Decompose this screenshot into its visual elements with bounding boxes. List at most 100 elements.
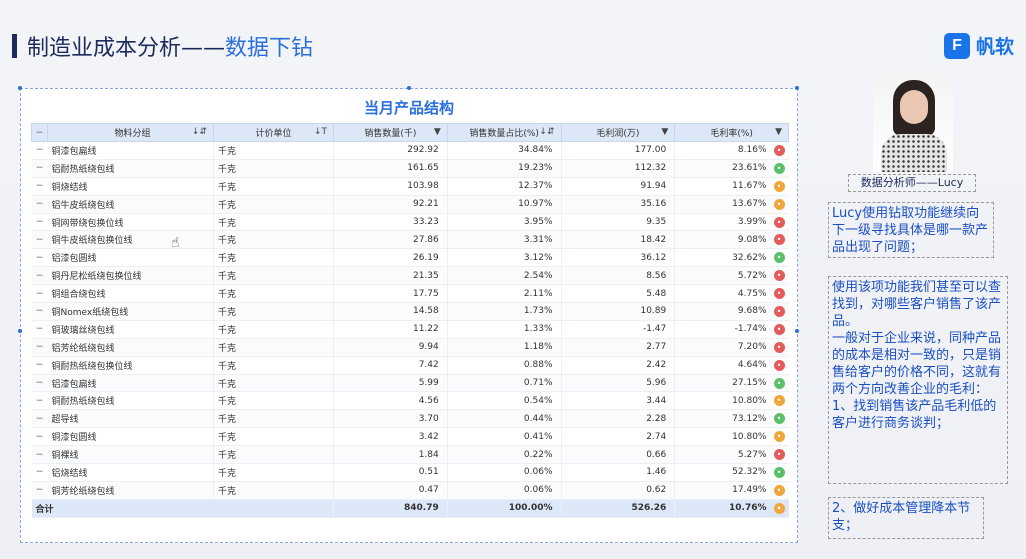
expand-row-button[interactable]: − — [31, 338, 48, 357]
material-group-cell[interactable]: 铜烧结线 — [47, 177, 214, 196]
sort-icon[interactable]: ↓T — [314, 127, 327, 137]
table-row[interactable]: − 铜丹尼松纸绕包换位线 千克 21.35 2.54% 8.56 5.72% • — [31, 266, 789, 286]
material-group-cell[interactable]: 铜漆包圆线 — [47, 427, 214, 447]
unit-cell: 千克 — [213, 427, 334, 447]
status-face-icon: • — [773, 413, 785, 425]
profit-cell: 18.42 — [560, 230, 675, 250]
status-face-icon: • — [773, 198, 785, 210]
table-row[interactable]: − 超导线 千克 3.70 0.44% 2.28 73.12% • — [31, 409, 789, 429]
table-row[interactable]: − 铝芳纶纸绕包线 千克 9.94 1.18% 2.77 7.20% • — [31, 338, 789, 357]
expand-row-button[interactable]: − — [31, 230, 48, 250]
material-group-cell[interactable]: 铝漆包扁线 — [47, 374, 214, 393]
table-row[interactable]: − 铜烧结线 千克 103.98 12.37% 91.94 11.67% • — [31, 177, 789, 196]
table-row[interactable]: − 铜玻璃丝绕包线 千克 11.22 1.33% -1.47 -1.74% • — [31, 320, 789, 339]
expand-row-button[interactable]: − — [31, 284, 48, 304]
total-rate: 10.76% • — [674, 499, 789, 518]
note-drill-down: Lucy使用钻取功能继续向下一级寻找具体是哪一款产品出现了问题； — [828, 202, 994, 258]
material-group-cell[interactable]: 超导线 — [47, 409, 214, 429]
material-group-cell[interactable]: 铜耐热纸绕包换位线 — [47, 356, 214, 375]
report-panel: 当月产品结构 − 物料分组 ↓⇵ 计价单位 ↓T 销售数量(千) ▼ 销售数量占比(%… — [20, 88, 798, 543]
material-group-cell[interactable]: 铝漆包圆线 — [47, 248, 214, 268]
table-row[interactable]: − 铝烧结线 千克 0.51 0.06% 1.46 52.32% • — [31, 463, 789, 482]
unit-cell: 千克 — [213, 230, 334, 250]
status-face-icon: • — [773, 270, 785, 282]
expand-row-button[interactable]: − — [31, 266, 48, 286]
profit-cell: 91.94 — [560, 177, 675, 196]
column-header-rate[interactable]: 毛利率(%) ▼ — [674, 123, 789, 142]
table-row[interactable]: − 铜牛皮纸绕包换位线 千克 27.86 3.31% 18.42 9.08% • — [31, 230, 789, 250]
expand-row-button[interactable]: − — [31, 177, 48, 196]
expand-row-button[interactable]: − — [31, 481, 48, 500]
pct-cell: 12.37% — [446, 177, 561, 196]
material-group-cell[interactable]: 铜牛皮纸绕包换位线 — [47, 230, 214, 250]
sort-icon[interactable]: ↓⇵ — [192, 127, 207, 137]
pct-cell: 0.88% — [446, 356, 561, 375]
column-header-qty[interactable]: 销售数量(千) ▼ — [333, 123, 448, 142]
material-group-cell[interactable]: 铜裸线 — [47, 445, 214, 465]
table-row[interactable]: − 铝漆包扁线 千克 5.99 0.71% 5.96 27.15% • — [31, 374, 789, 393]
rate-cell: 52.32% • — [674, 463, 789, 482]
sort-icon[interactable]: ↓⇵ — [539, 127, 554, 137]
rate-cell: 9.68% • — [674, 302, 789, 321]
table-row[interactable]: − 铜Nomex纸绕包线 千克 14.58 1.73% 10.89 9.68% • — [31, 302, 789, 321]
table-row[interactable]: − 铜耐热纸绕包换位线 千克 7.42 0.88% 2.42 4.64% • — [31, 356, 789, 375]
expand-row-button[interactable]: − — [31, 248, 48, 268]
expand-row-button[interactable]: − — [31, 409, 48, 429]
table-row[interactable]: − 铜裸线 千克 1.84 0.22% 0.66 5.27% • — [31, 445, 789, 465]
table-row[interactable]: − 铜漆包圆线 千克 3.42 0.41% 2.74 10.80% • — [31, 427, 789, 447]
material-group-cell[interactable]: 铜Nomex纸绕包线 — [47, 302, 214, 321]
filter-dropdown-icon[interactable]: ▼ — [775, 127, 782, 137]
column-header-group[interactable]: 物料分组 ↓⇵ — [47, 123, 214, 142]
table-row[interactable]: − 铜网带绕包换位线 千克 33.23 3.95% 9.35 3.99% • — [31, 213, 789, 232]
material-group-cell[interactable]: 铜芳纶纸绕包线 — [47, 481, 214, 500]
unit-cell: 千克 — [213, 463, 334, 482]
expand-row-button[interactable]: − — [31, 463, 48, 482]
status-face-icon: • — [773, 395, 785, 407]
material-group-cell[interactable]: 铝芳纶纸绕包线 — [47, 338, 214, 357]
filter-dropdown-icon[interactable]: ▼ — [434, 127, 441, 137]
collapse-all-button[interactable]: − — [31, 123, 48, 142]
table-row[interactable]: − 铜组合绕包线 千克 17.75 2.11% 5.48 4.75% • — [31, 284, 789, 304]
unit-cell: 千克 — [213, 159, 334, 178]
logo-icon: F — [943, 32, 970, 59]
expand-row-button[interactable]: − — [31, 374, 48, 393]
column-header-unit[interactable]: 计价单位 ↓T — [213, 123, 334, 142]
expand-row-button[interactable]: − — [31, 320, 48, 339]
material-group-cell[interactable]: 铜丹尼松纸绕包换位线 — [47, 266, 214, 286]
material-group-cell[interactable]: 铝耐热纸绕包线 — [47, 159, 214, 178]
expand-row-button[interactable]: − — [31, 356, 48, 375]
material-group-cell[interactable]: 铜漆包扁线 — [47, 141, 214, 160]
material-group-cell[interactable]: 铝牛皮纸绕包线 — [47, 195, 214, 214]
table-row[interactable]: − 铜漆包扁线 千克 292.92 34.84% 177.00 8.16% • — [31, 141, 789, 160]
pct-cell: 0.54% — [446, 391, 561, 411]
expand-row-button[interactable]: − — [31, 445, 48, 465]
qty-cell: 7.42 — [333, 356, 448, 375]
pct-cell: 10.97% — [446, 195, 561, 214]
expand-row-button[interactable]: − — [31, 159, 48, 178]
expand-row-button[interactable]: − — [31, 213, 48, 232]
pct-cell: 3.31% — [446, 230, 561, 250]
table-row[interactable]: − 铝漆包圆线 千克 26.19 3.12% 36.12 32.62% • — [31, 248, 789, 268]
material-group-cell[interactable]: 铜网带绕包换位线 — [47, 213, 214, 232]
qty-cell: 9.94 — [333, 338, 448, 357]
qty-cell: 4.56 — [333, 391, 448, 411]
status-face-icon: • — [773, 431, 785, 443]
expand-row-button[interactable]: − — [31, 141, 48, 160]
table-row[interactable]: − 铝牛皮纸绕包线 千克 92.21 10.97% 35.16 13.67% • — [31, 195, 789, 214]
expand-row-button[interactable]: − — [31, 427, 48, 447]
material-group-cell[interactable]: 铜耐热纸绕包线 — [47, 391, 214, 411]
material-group-cell[interactable]: 铝烧结线 — [47, 463, 214, 482]
expand-row-button[interactable]: − — [31, 391, 48, 411]
table-row[interactable]: − 铝耐热纸绕包线 千克 161.65 19.23% 112.32 23.61% • — [31, 159, 789, 178]
column-header-profit[interactable]: 毛利润(万) ▼ — [560, 123, 676, 142]
profit-cell: 35.16 — [560, 195, 675, 214]
material-group-cell[interactable]: 铜组合绕包线 — [47, 284, 214, 304]
expand-row-button[interactable]: − — [31, 195, 48, 214]
table-row[interactable]: − 铜芳纶纸绕包线 千克 0.47 0.06% 0.62 17.49% • — [31, 481, 789, 500]
material-group-cell[interactable]: 铜玻璃丝绕包线 — [47, 320, 214, 339]
expand-row-button[interactable]: − — [31, 302, 48, 321]
table-row[interactable]: − 铜耐热纸绕包线 千克 4.56 0.54% 3.44 10.80% • — [31, 391, 789, 411]
column-header-pct[interactable]: 销售数量占比(%) ↓⇵ — [446, 123, 562, 142]
unit-cell: 千克 — [213, 481, 334, 500]
filter-dropdown-icon[interactable]: ▼ — [661, 127, 668, 137]
